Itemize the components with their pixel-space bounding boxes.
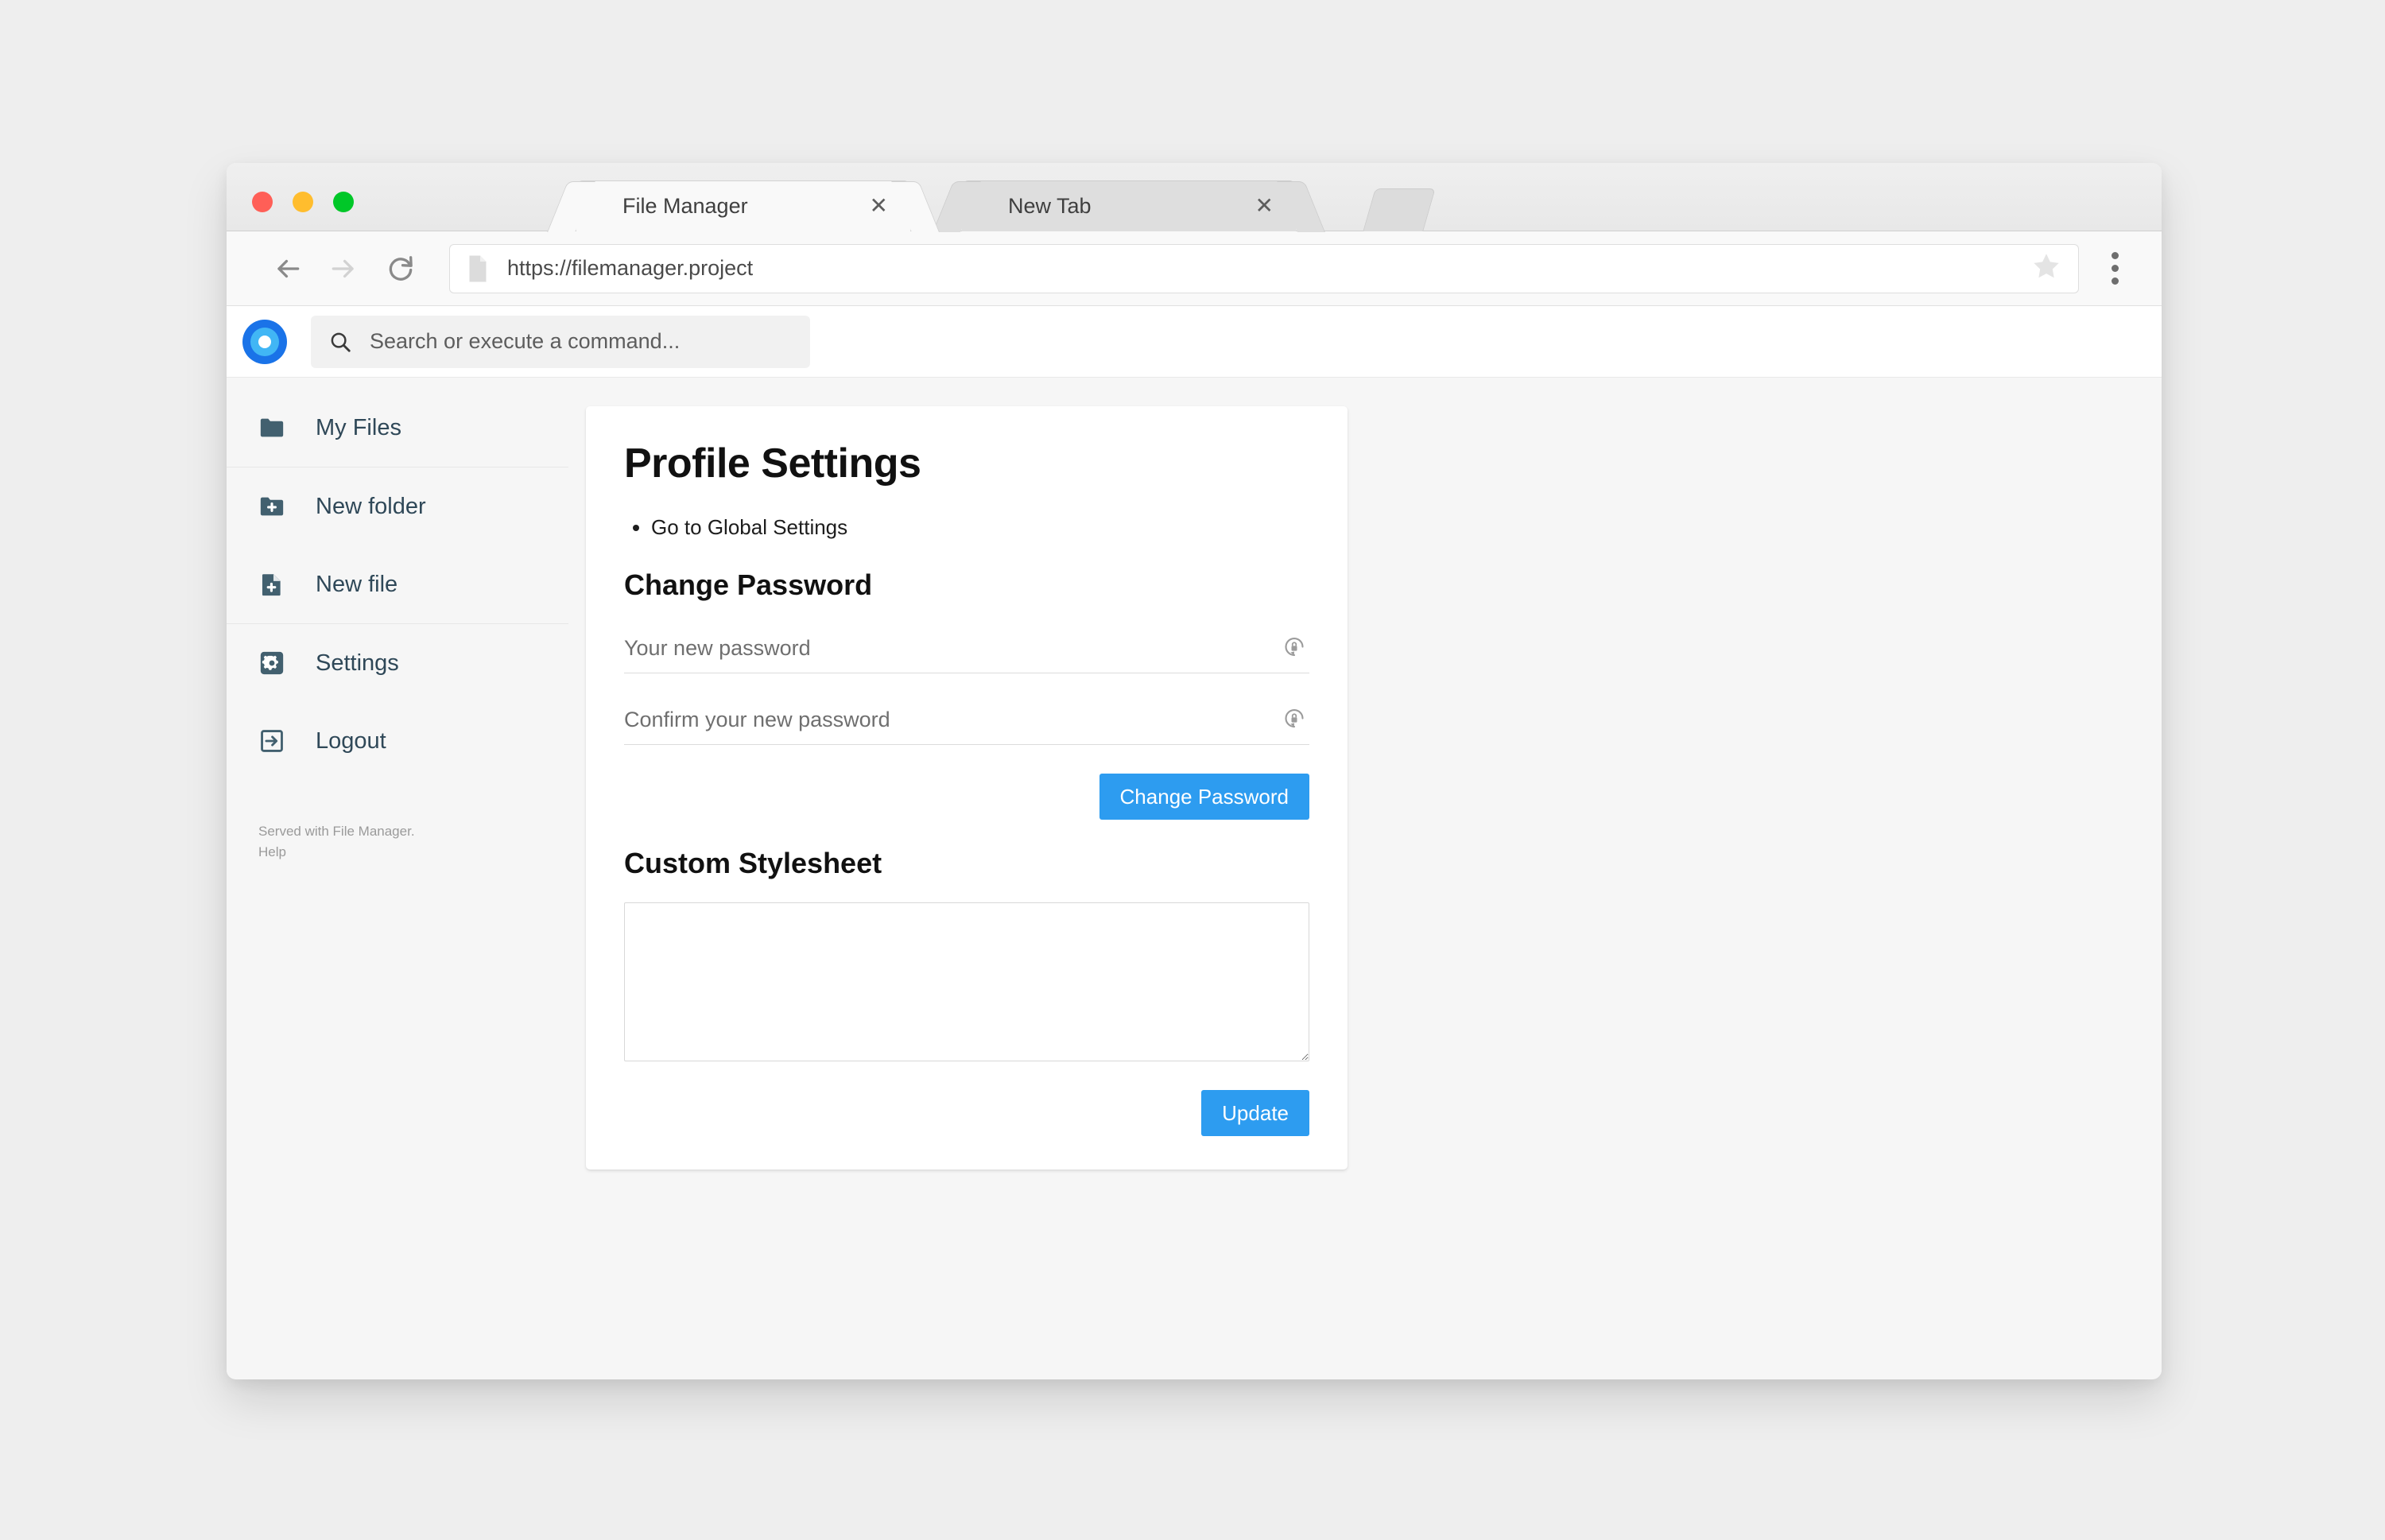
sidebar-item-my-files[interactable]: My Files [227, 389, 568, 467]
menu-dot [2111, 265, 2119, 272]
reload-icon [389, 255, 413, 281]
maximize-window-button[interactable] [333, 192, 354, 212]
help-link[interactable]: Help [258, 842, 568, 863]
new-password-field[interactable] [624, 624, 1309, 674]
generate-password-icon[interactable] [1282, 706, 1306, 734]
content-area: Profile Settings Go to Global Settings C… [568, 378, 2162, 1378]
arrow-right-icon [332, 259, 354, 277]
change-password-button[interactable]: Change Password [1099, 774, 1309, 820]
sidebar-group-account: Settings Logout [227, 624, 568, 780]
address-bar[interactable]: https://filemanager.project [449, 243, 2079, 293]
custom-stylesheet-actions: Update [624, 1090, 1309, 1137]
tab-title: New Tab [1008, 193, 1092, 218]
tab-title: File Manager [622, 193, 748, 218]
sidebar-group-files: My Files [227, 389, 568, 467]
browser-menu-button[interactable] [2093, 252, 2136, 285]
sidebar-item-label: New folder [316, 493, 426, 519]
url-text: https://filemanager.project [507, 256, 754, 280]
served-with-text: Served with File Manager. [258, 824, 415, 839]
sidebar-item-label: New file [316, 571, 398, 597]
change-password-actions: Change Password [624, 774, 1309, 820]
confirm-password-input[interactable] [624, 708, 1309, 733]
arrow-left-icon [277, 259, 300, 277]
change-password-heading: Change Password [624, 568, 873, 602]
back-button[interactable] [263, 244, 312, 293]
confirm-password-field[interactable] [624, 696, 1309, 746]
sidebar-item-label: Logout [316, 727, 386, 754]
sidebar-item-settings[interactable]: Settings [227, 624, 568, 702]
search-icon [331, 332, 351, 352]
browser-tab-new-tab[interactable]: New Tab ✕ [962, 180, 1296, 231]
browser-window: File Manager ✕ New Tab ✕ https://fileman… [227, 163, 2162, 1379]
gear-icon [258, 650, 290, 677]
file-manager-app: Search or execute a command... My Files [227, 306, 2162, 1379]
folder-plus-icon [258, 493, 290, 520]
close-tab-icon[interactable]: ✕ [1255, 195, 1274, 217]
global-settings-list: Go to Global Settings [651, 513, 1309, 541]
new-password-input[interactable] [624, 636, 1309, 661]
update-button[interactable]: Update [1201, 1090, 1309, 1137]
browser-tab-strip: File Manager ✕ New Tab ✕ [227, 163, 2162, 231]
logo-ring [250, 327, 279, 356]
sidebar-footer: Served with File Manager. Help [227, 821, 568, 862]
page-icon [469, 255, 487, 281]
minimize-window-button[interactable] [293, 192, 313, 212]
generate-password-icon[interactable] [1282, 634, 1306, 662]
page-title: Profile Settings [624, 440, 921, 487]
folder-icon [258, 414, 290, 441]
app-body: My Files New folder New file Settings Lo… [227, 378, 2162, 1378]
browser-toolbar: https://filemanager.project [227, 231, 2162, 306]
profile-settings-card: Profile Settings Go to Global Settings C… [586, 406, 1348, 1170]
logo-core [258, 335, 271, 348]
global-settings-link[interactable]: Go to Global Settings [651, 515, 847, 539]
window-controls [252, 192, 354, 212]
file-plus-icon [258, 571, 290, 598]
sidebar-item-label: My Files [316, 414, 401, 440]
close-tab-icon[interactable]: ✕ [870, 195, 888, 217]
forward-button[interactable] [319, 244, 368, 293]
browser-tab-file-manager[interactable]: File Manager ✕ [576, 180, 910, 231]
close-window-button[interactable] [252, 192, 273, 212]
sidebar-item-logout[interactable]: Logout [227, 702, 568, 780]
app-header: Search or execute a command... [227, 306, 2162, 378]
custom-stylesheet-textarea[interactable] [624, 902, 1309, 1062]
app-logo-icon[interactable] [242, 319, 287, 364]
reload-button[interactable] [376, 244, 425, 293]
menu-dot [2111, 252, 2119, 259]
sidebar-item-new-folder[interactable]: New folder [227, 467, 568, 545]
sidebar-item-new-file[interactable]: New file [227, 545, 568, 623]
new-tab-button[interactable] [1363, 188, 1436, 231]
sidebar: My Files New folder New file Settings Lo… [227, 378, 568, 1378]
sidebar-item-label: Settings [316, 650, 399, 676]
bookmark-star-icon[interactable] [2030, 250, 2062, 286]
custom-stylesheet-heading: Custom Stylesheet [624, 847, 882, 880]
search-placeholder: Search or execute a command... [370, 329, 681, 353]
sidebar-group-create: New folder New file [227, 467, 568, 624]
search-input[interactable]: Search or execute a command... [311, 315, 810, 368]
list-item: Go to Global Settings [651, 513, 1309, 541]
menu-dot [2111, 277, 2119, 285]
logout-icon [258, 727, 290, 754]
